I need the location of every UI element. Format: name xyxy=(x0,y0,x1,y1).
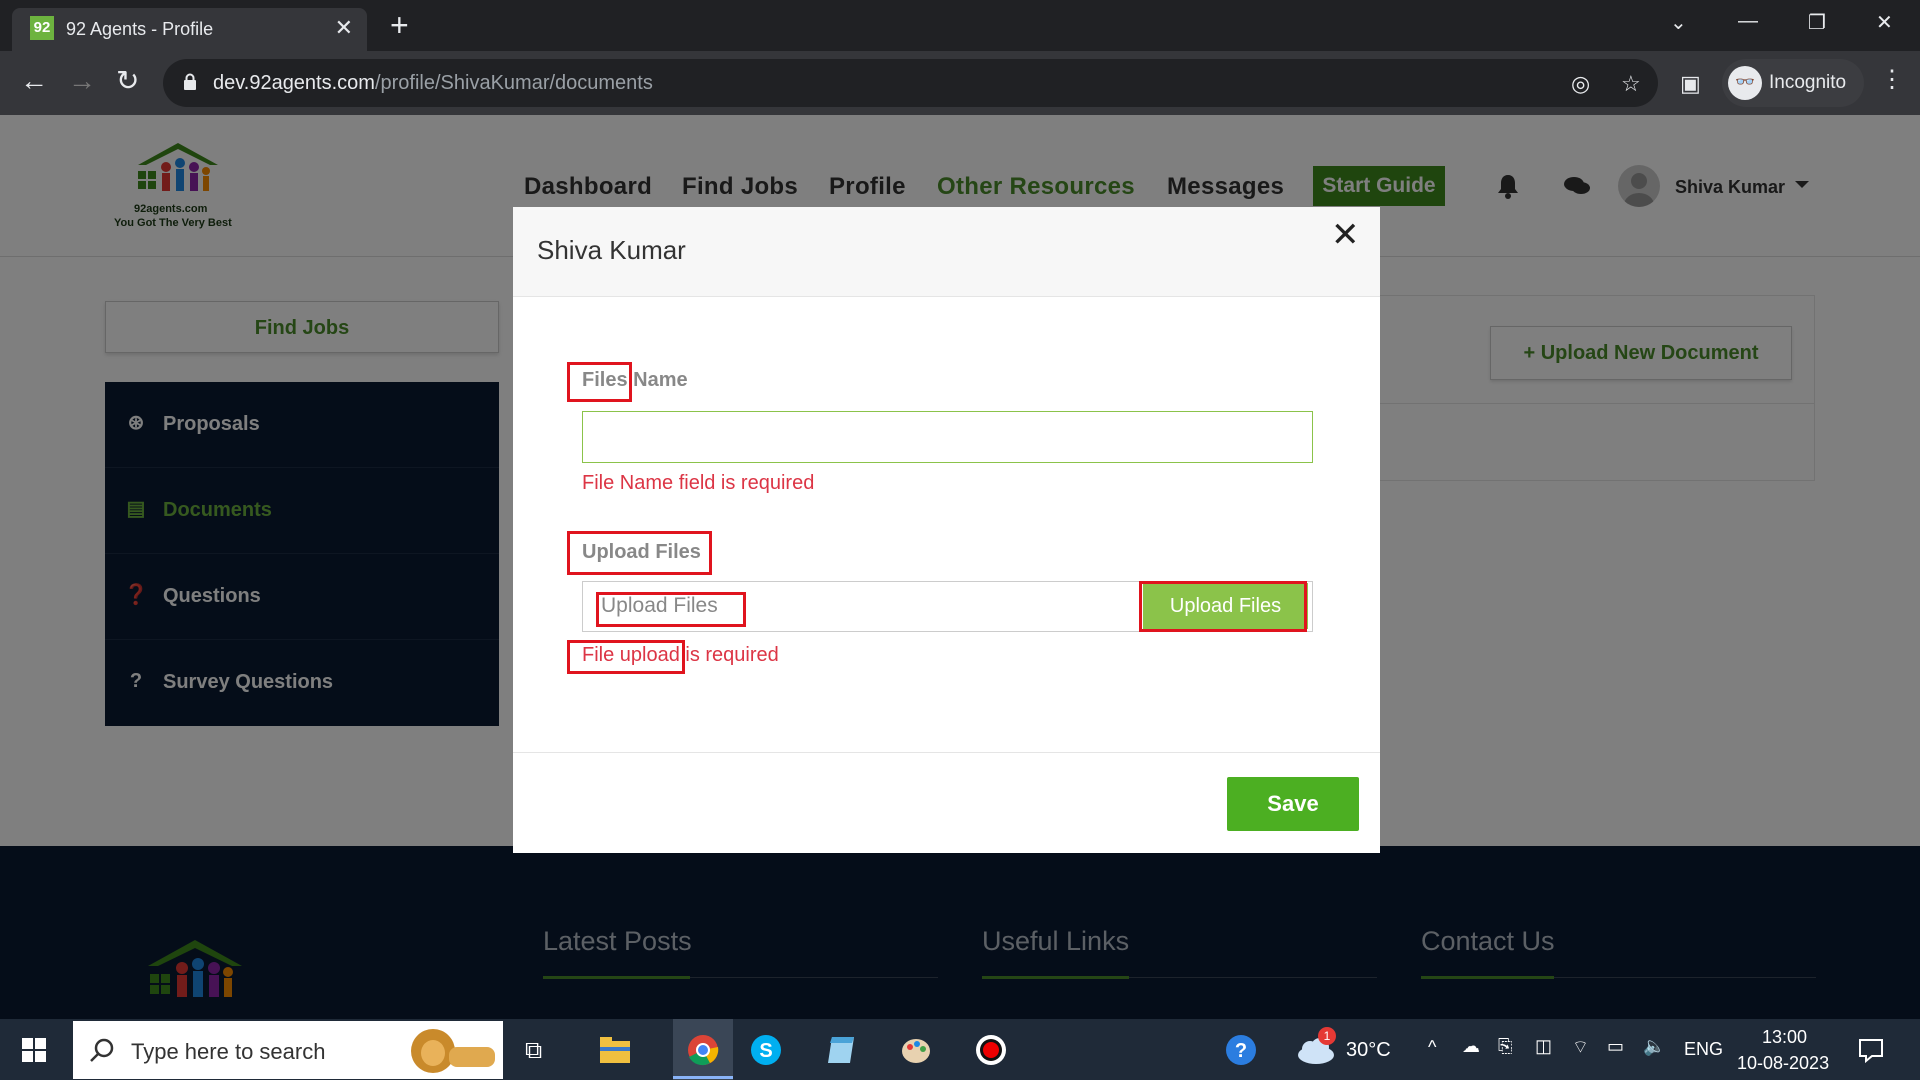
address-bar[interactable]: dev.92agents.com/profile/ShivaKumar/docu… xyxy=(163,59,1658,107)
browser-tab[interactable]: 92 92 Agents - Profile ✕ xyxy=(12,8,367,51)
chrome-icon xyxy=(688,1035,719,1066)
annotation-box xyxy=(596,592,746,627)
notepad-icon[interactable] xyxy=(824,1033,858,1067)
temperature[interactable]: 30°C xyxy=(1346,1039,1391,1062)
restore-icon[interactable]: ❐ xyxy=(1808,10,1826,35)
search-placeholder: Type here to search xyxy=(131,1039,326,1064)
annotation-box xyxy=(1139,581,1307,632)
file-name-field[interactable] xyxy=(582,411,1313,463)
screen-recorder-icon[interactable] xyxy=(974,1033,1008,1067)
help-icon[interactable]: ? xyxy=(1224,1033,1258,1067)
show-hidden-icons-icon[interactable]: ^ xyxy=(1428,1037,1436,1058)
camera-icon[interactable]: ◫ xyxy=(1535,1036,1552,1057)
upload-document-modal: Shiva Kumar ✕ Files Name File Name field… xyxy=(513,207,1380,853)
notification-center-icon[interactable] xyxy=(1858,1037,1884,1063)
volume-icon[interactable]: 🔈 xyxy=(1643,1036,1665,1057)
file-name-error: File Name field is required xyxy=(582,472,815,494)
lock-icon xyxy=(184,73,196,90)
taskbar-search-box[interactable]: Type here to search xyxy=(73,1021,503,1079)
battery-icon[interactable]: ▭ xyxy=(1607,1036,1624,1057)
search-icon xyxy=(90,1038,114,1062)
close-icon[interactable]: ✕ xyxy=(1331,215,1360,255)
lion-illustration-icon xyxy=(411,1029,495,1073)
site-favicon-icon: 92 xyxy=(30,16,54,40)
save-button[interactable]: Save xyxy=(1227,777,1359,831)
onedrive-cloud-icon[interactable]: ☁ xyxy=(1462,1036,1480,1057)
clock-date[interactable]: 10-08-2023 xyxy=(1737,1053,1829,1074)
device-icon[interactable]: ⎘ xyxy=(1498,1036,1512,1057)
incognito-badge[interactable]: 👓 Incognito xyxy=(1722,59,1864,107)
paint-icon[interactable] xyxy=(899,1033,933,1067)
modal-footer-divider xyxy=(513,752,1380,753)
wifi-icon[interactable]: ⌔ xyxy=(1572,1036,1589,1059)
annotation-box xyxy=(567,640,685,674)
browser-tab-strip: 92 92 Agents - Profile ✕ + ⌄ — ❐ ✕ xyxy=(0,0,1920,51)
svg-text:?: ? xyxy=(1235,1040,1247,1062)
incognito-icon: 👓 xyxy=(1728,66,1762,100)
weather-badge: 1 xyxy=(1318,1027,1336,1045)
svg-text:S: S xyxy=(759,1040,772,1062)
annotation-box xyxy=(567,362,632,402)
file-explorer-icon[interactable] xyxy=(598,1033,632,1067)
browser-toolbar: ← → ↻ dev.92agents.com/profile/ShivaKuma… xyxy=(0,51,1920,115)
language-indicator[interactable]: ENG xyxy=(1684,1039,1723,1060)
task-view-icon[interactable]: ⧉ xyxy=(525,1037,542,1065)
bookmark-star-icon[interactable]: ☆ xyxy=(1621,71,1641,97)
tab-title: 92 Agents - Profile xyxy=(66,19,214,39)
window-close-icon[interactable]: ✕ xyxy=(1876,10,1893,35)
side-panel-icon[interactable]: ▣ xyxy=(1680,71,1701,97)
clock-time[interactable]: 13:00 xyxy=(1762,1027,1807,1048)
windows-taskbar: Type here to search ⧉ S ? 1 30°C ^ ☁ ⎘ ◫… xyxy=(0,1019,1920,1080)
active-app-indicator xyxy=(673,1076,733,1079)
skype-icon[interactable]: S xyxy=(749,1033,783,1067)
modal-header: Shiva Kumar ✕ xyxy=(513,207,1380,297)
new-tab-icon[interactable]: + xyxy=(390,7,409,44)
modal-title: Shiva Kumar xyxy=(537,235,686,265)
minimize-icon[interactable]: — xyxy=(1738,10,1758,33)
back-icon[interactable]: ← xyxy=(20,65,48,97)
url-text: dev.92agents.com/profile/ShivaKumar/docu… xyxy=(213,72,653,94)
windows-start-icon[interactable] xyxy=(22,1038,46,1062)
reload-icon[interactable]: ↻ xyxy=(116,65,139,97)
forward-icon[interactable]: → xyxy=(68,65,96,97)
incognito-label: Incognito xyxy=(1769,72,1847,93)
annotation-box xyxy=(567,531,712,575)
eye-off-icon[interactable]: ◎ xyxy=(1571,71,1590,97)
tab-close-icon[interactable]: ✕ xyxy=(335,15,353,41)
browser-menu-icon[interactable]: ⋮ xyxy=(1880,65,1904,94)
tab-search-chevron-icon[interactable]: ⌄ xyxy=(1670,10,1687,35)
chrome-taskbar-item[interactable] xyxy=(673,1019,733,1080)
